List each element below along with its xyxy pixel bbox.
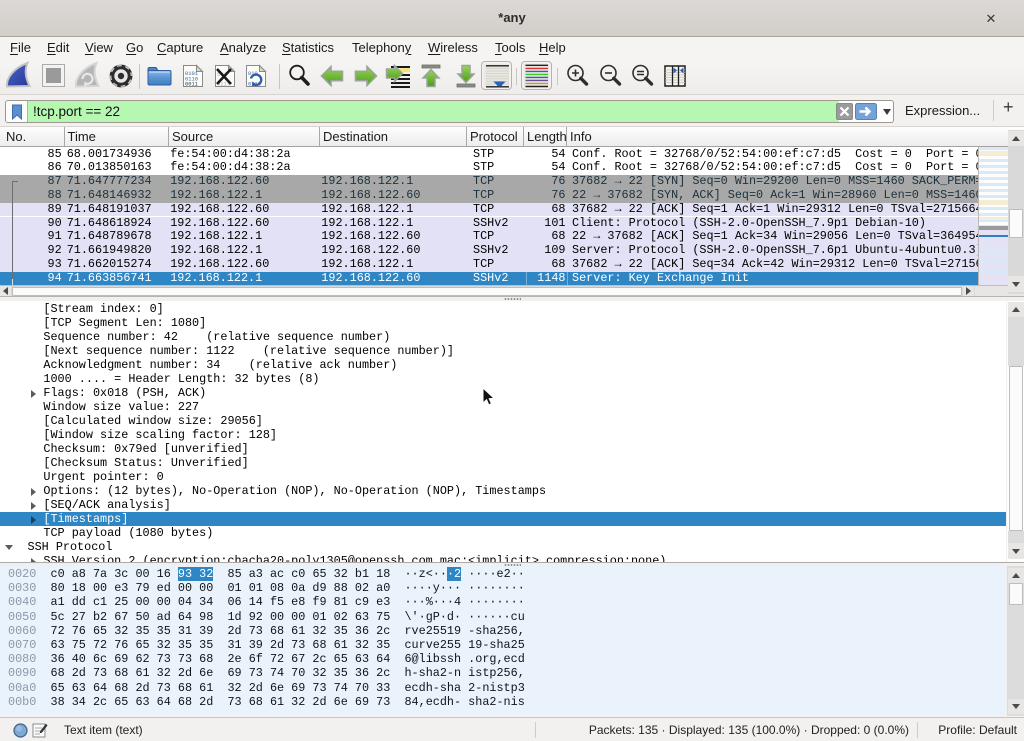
svg-text:0011: 0011 xyxy=(185,82,198,88)
